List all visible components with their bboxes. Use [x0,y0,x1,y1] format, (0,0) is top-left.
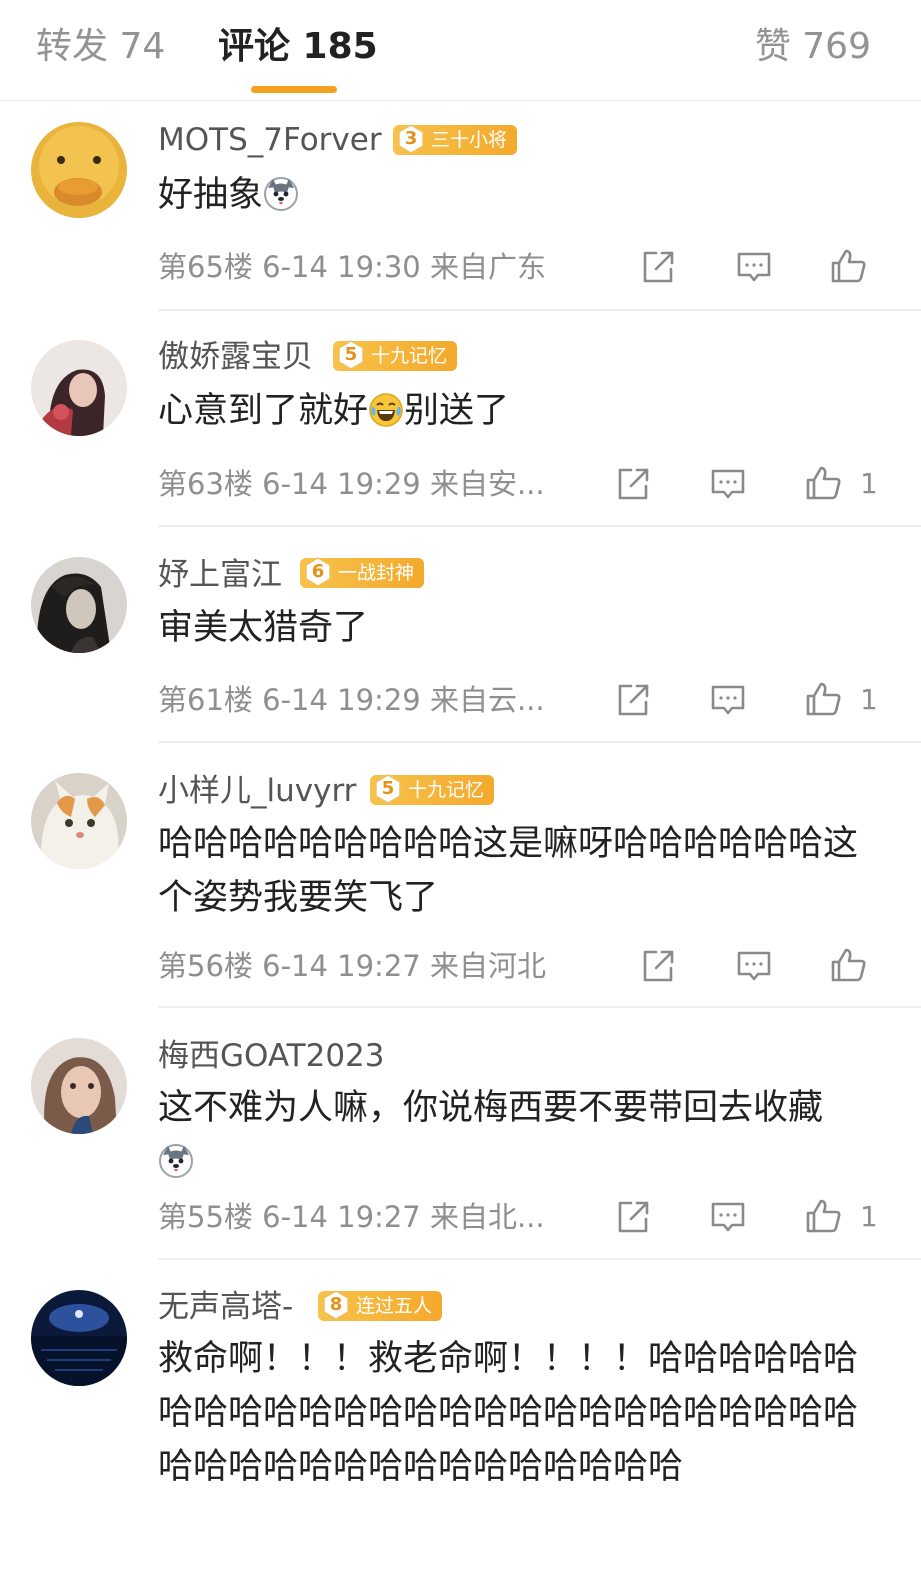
tab-forward[interactable]: 转发 74 [36,24,165,70]
badge-level-icon: 5 [337,340,365,370]
comment-meta: 第55楼 6-14 19:27 来自北... [158,1197,545,1237]
badge-level-icon: 6 [304,557,332,587]
thumbs-up-icon[interactable] [803,463,843,503]
tab-likes[interactable]: 赞 769 [755,24,871,70]
avatar[interactable] [31,557,127,653]
avatar[interactable] [31,1290,127,1386]
floor-number: 第55楼 [158,1200,253,1234]
location: 来自河北 [429,949,546,983]
like-count: 1 [860,1200,878,1233]
badge-title: 三十小将 [431,129,508,151]
comment-icon[interactable] [708,680,748,720]
thumbs-up-icon[interactable] [828,246,868,286]
laugh-cry-emoji-icon [368,392,404,428]
comment-icon[interactable] [708,464,748,504]
dog-emoji-icon [158,1143,194,1179]
badge-title: 十九记忆 [371,345,448,367]
comment-meta: 第56楼 6-14 19:27 来自河北 [158,946,546,986]
floor-number: 第56楼 [158,949,253,983]
avatar[interactable] [31,122,127,218]
comment-tabs: 转发 74 评论 185 赞 769 [0,0,921,101]
share-icon[interactable] [638,247,678,287]
username[interactable]: 小样儿_luvyrr [158,771,356,811]
badge-title: 十九记忆 [408,779,485,801]
timestamp: 6-14 19:29 [262,683,421,717]
location: 来自安... [429,467,545,501]
divider [158,1258,921,1260]
badge-title: 连过五人 [356,1295,433,1317]
like-count: 1 [860,683,878,716]
thumbs-up-icon[interactable] [828,945,868,985]
comment-text: 好抽象 [158,168,888,222]
comment-text: 心意到了就好 别送了 [158,391,510,431]
comment-text: 救命啊！！！救老命啊！！！！哈哈哈哈哈哈哈哈哈哈哈哈哈哈哈哈哈哈哈哈哈哈哈哈哈哈… [158,1339,859,1487]
thumbs-up-icon[interactable] [803,679,843,719]
floor-number: 第63楼 [158,467,253,501]
username[interactable]: MOTS_7Forver [158,120,382,160]
location: 来自广东 [429,250,546,284]
username[interactable]: 妤上富江 [158,555,282,595]
divider [158,1006,921,1008]
active-tab-indicator [251,86,337,93]
comment-text: 哈哈哈哈哈哈哈哈哈这是嘛呀哈哈哈哈哈哈这个姿势我要笑飞了 [158,824,859,918]
location: 来自云... [429,683,545,717]
timestamp: 6-14 19:27 [262,1200,421,1234]
comment-text: 这不难为人嘛，你说梅西要不要带回去收藏 [158,1081,888,1189]
comment-icon[interactable] [734,946,774,986]
badge-level-icon: 5 [374,774,402,804]
timestamp: 6-14 19:30 [262,250,421,284]
location: 来自北... [429,1200,545,1234]
badge-title: 一战封神 [338,562,415,584]
floor-number: 第65楼 [158,250,253,284]
tab-comments[interactable]: 评论 185 [218,24,378,70]
timestamp: 6-14 19:27 [262,949,421,983]
share-icon[interactable] [638,946,678,986]
comment-meta: 第63楼 6-14 19:29 来自安... [158,464,545,504]
avatar[interactable] [31,1038,127,1134]
fan-level-badge: 8 连过五人 [318,1290,443,1321]
divider [158,309,921,311]
fan-level-badge: 5 十九记忆 [333,340,458,371]
divider [158,525,921,527]
fan-level-badge: 3 三十小将 [393,124,518,155]
fan-level-badge: 5 十九记忆 [370,774,495,805]
avatar[interactable] [31,773,127,869]
comment-icon[interactable] [734,247,774,287]
comment-meta: 第61楼 6-14 19:29 来自云... [158,680,545,720]
username[interactable]: 傲娇露宝贝 [158,337,313,377]
share-icon[interactable] [613,680,653,720]
badge-level-icon: 8 [322,1290,350,1320]
dog-emoji-icon [263,176,299,212]
comment-icon[interactable] [708,1197,748,1237]
badge-level-icon: 3 [397,124,425,154]
avatar[interactable] [31,340,127,436]
share-icon[interactable] [613,1197,653,1237]
thumbs-up-icon[interactable] [803,1196,843,1236]
share-icon[interactable] [613,464,653,504]
comment-meta: 第65楼 6-14 19:30 来自广东 [158,247,546,287]
username[interactable]: 梅西GOAT2023 [158,1036,385,1076]
timestamp: 6-14 19:29 [262,467,421,501]
comment-text: 审美太猎奇了 [158,608,369,648]
like-count: 1 [860,467,878,500]
floor-number: 第61楼 [158,683,253,717]
username[interactable]: 无声高塔- [158,1287,293,1327]
fan-level-badge: 6 一战封神 [300,557,425,588]
divider [158,741,921,743]
